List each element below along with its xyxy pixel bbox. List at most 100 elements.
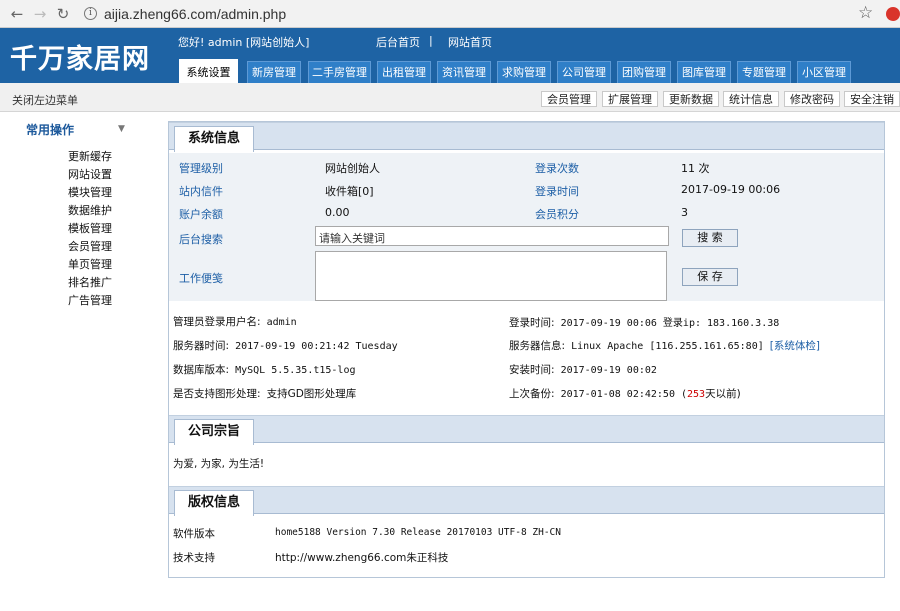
back-icon[interactable]: ← (8, 5, 26, 23)
admin-user-label: 管理员登录用户名: (173, 316, 261, 328)
login-count-label: 登录次数 (535, 162, 579, 175)
close-sidebar-button[interactable]: 关闭左边菜单 (12, 92, 78, 108)
copyright-title: 版权信息 (174, 490, 254, 516)
support-line: 技术支持 (173, 550, 215, 565)
support-label: 技术支持 (173, 552, 215, 564)
admin-search-label: 后台搜索 (179, 233, 223, 246)
mission-line: 为爱, 为家, 为生活! (173, 456, 264, 471)
site-home-link[interactable]: 网站首页 (448, 34, 492, 50)
tab-system-settings[interactable]: 系统设置 (179, 59, 238, 83)
system-info-grid: 管理级别 网站创始人 登录次数 11 次 站内信件 收件箱[0] 登录时间 20… (169, 153, 884, 301)
site-info-icon[interactable]: i (84, 7, 97, 20)
sidebar-item-site-settings[interactable]: 网站设置 (68, 166, 112, 182)
support-value: http://www.zheng66.com朱正科技 (275, 550, 448, 565)
sidebar-item-templates[interactable]: 模板管理 (68, 220, 112, 236)
tab-new-house[interactable]: 新房管理 (247, 61, 301, 83)
bookmark-star-icon[interactable]: ☆ (858, 3, 873, 23)
server-time-line: 服务器时间: 2017-09-19 00:21:42 Tuesday (173, 338, 398, 353)
login-info-line: 登录时间: 2017-09-19 00:06 登录ip: 183.160.3.3… (509, 314, 779, 330)
tab-gallery[interactable]: 图库管理 (677, 61, 731, 83)
sidebar-item-ads[interactable]: 广告管理 (68, 292, 112, 308)
tab-community[interactable]: 小区管理 (797, 61, 851, 83)
tab-company[interactable]: 公司管理 (557, 61, 611, 83)
gd-support-value: 支持GD图形处理库 (266, 388, 357, 400)
backup-days-suffix: 天以前) (705, 388, 741, 400)
system-info-title: 系统信息 (174, 126, 254, 152)
sidebar-item-ranking[interactable]: 排名推广 (68, 274, 112, 290)
admin-user-line: 管理员登录用户名: admin (173, 314, 297, 329)
tab-group-buy[interactable]: 团购管理 (617, 61, 671, 83)
mission-title: 公司宗旨 (174, 419, 254, 445)
admin-level-label: 管理级别 (179, 162, 223, 175)
install-time-label: 安装时间: (509, 364, 555, 376)
admin-level-value: 网站创始人 (325, 162, 380, 175)
member-management-button[interactable]: 会员管理 (541, 91, 597, 107)
site-logo[interactable]: 千万家居网 (10, 37, 150, 76)
copyright-header: 版权信息 (169, 486, 884, 516)
server-time-label: 服务器时间: (173, 340, 230, 352)
points-value: 3 (681, 206, 688, 219)
install-time-line: 安装时间: 2017-09-19 00:02 (509, 362, 657, 377)
sidebar-item-modules[interactable]: 模块管理 (68, 184, 112, 200)
sub-toolbar: 关闭左边菜单 会员管理 扩展管理 更新数据 统计信息 修改密码 安全注销 (0, 83, 900, 112)
main-panel: 系统信息 管理级别 网站创始人 登录次数 11 次 站内信件 收件箱[0] 登录… (168, 121, 885, 578)
sidebar-heading[interactable]: 常用操作 (26, 121, 74, 138)
balance-value: 0.00 (325, 206, 350, 219)
admin-search-input[interactable]: 请输入关键词 (315, 226, 669, 246)
extension-icon[interactable] (886, 7, 900, 21)
last-backup-line: 上次备份: 2017-01-08 02:42:50 (253天以前) (509, 386, 741, 401)
sidebar-item-data-maintenance[interactable]: 数据维护 (68, 202, 112, 218)
backup-days-count: 253 (687, 389, 706, 400)
inbox-link[interactable]: 收件箱[0] (325, 183, 374, 199)
save-notes-button[interactable]: 保 存 (682, 268, 738, 286)
system-info-header: 系统信息 (169, 122, 884, 152)
server-time-value: 2017-09-19 00:21:42 Tuesday (235, 341, 398, 352)
tab-second-hand[interactable]: 二手房管理 (308, 61, 371, 83)
last-backup-label: 上次备份: (509, 388, 555, 400)
login-info-value: 2017-09-19 00:06 登录ip: 183.160.3.38 (560, 318, 780, 329)
work-notes-textarea[interactable] (315, 251, 667, 301)
support-url-link[interactable]: http://www.zheng66.com (275, 552, 406, 564)
sidebar-item-members[interactable]: 会员管理 (68, 238, 112, 254)
db-version-label: 数据库版本: (173, 364, 230, 376)
work-notes-label: 工作便笺 (179, 272, 223, 285)
software-version-line: 软件版本 (173, 526, 215, 541)
collapse-arrow-icon[interactable]: ▼ (118, 124, 125, 134)
admin-user-value: admin (266, 317, 297, 328)
tab-news[interactable]: 资讯管理 (437, 61, 491, 83)
software-version-value: home5188 Version 7.30 Release 20170103 U… (275, 527, 561, 538)
tab-topics[interactable]: 专题管理 (737, 61, 791, 83)
db-version-value: MySQL 5.5.35.t15-log (235, 365, 356, 376)
db-version-line: 数据库版本: MySQL 5.5.35.t15-log (173, 362, 356, 377)
login-count-value: 11 次 (681, 162, 710, 175)
server-info-label: 服务器信息: (509, 340, 566, 352)
mission-header: 公司宗旨 (169, 415, 884, 445)
change-password-button[interactable]: 修改密码 (784, 91, 840, 107)
reload-icon[interactable]: ↻ (54, 5, 72, 23)
balance-label: 账户余额 (179, 208, 223, 221)
sidebar-item-single-pages[interactable]: 单页管理 (68, 256, 112, 272)
tab-rental[interactable]: 出租管理 (377, 61, 431, 83)
logout-button[interactable]: 安全注销 (844, 91, 900, 107)
address-bar[interactable]: aijia.zheng66.com/admin.php (104, 6, 286, 22)
gd-support-line: 是否支持图形处理: 支持GD图形处理库 (173, 386, 356, 401)
update-data-button[interactable]: 更新数据 (663, 91, 719, 107)
forward-icon[interactable]: → (31, 5, 49, 23)
statistics-button[interactable]: 统计信息 (723, 91, 779, 107)
browser-toolbar: ← → ↻ i aijia.zheng66.com/admin.php ☆ (0, 0, 900, 28)
greeting-text: 您好! admin [网站创始人] (178, 36, 310, 49)
system-check-link[interactable]: [系统体检] (770, 340, 820, 352)
tab-wanted[interactable]: 求购管理 (497, 61, 551, 83)
admin-home-link[interactable]: 后台首页 (376, 34, 420, 50)
sidebar: 常用操作 ▼ 更新缓存 网站设置 模块管理 数据维护 模板管理 会员管理 单页管… (0, 112, 160, 611)
server-info-line: 服务器信息: Linux Apache [116.255.161.65:80] … (509, 338, 820, 353)
extension-management-button[interactable]: 扩展管理 (602, 91, 658, 107)
login-time-value: 2017-09-19 00:06 (681, 183, 781, 196)
search-button[interactable]: 搜 索 (682, 229, 738, 247)
header-separator: | (429, 34, 433, 47)
inbox-label: 站内信件 (179, 185, 223, 198)
points-label: 会员积分 (535, 208, 579, 221)
login-time-label: 登录时间 (535, 185, 579, 198)
sidebar-item-update-cache[interactable]: 更新缓存 (68, 148, 112, 164)
install-time-value: 2017-09-19 00:02 (560, 365, 657, 376)
